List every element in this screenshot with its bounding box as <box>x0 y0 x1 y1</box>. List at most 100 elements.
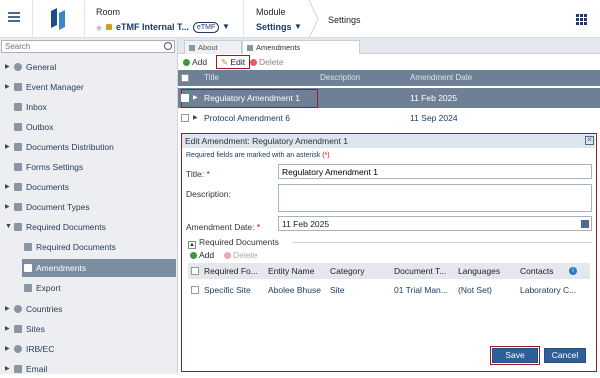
add-label: Add <box>192 57 208 67</box>
minus-icon <box>224 252 231 259</box>
apps-grid-icon[interactable] <box>576 14 587 25</box>
row-checkbox[interactable] <box>181 114 189 122</box>
select-all-checkbox[interactable] <box>181 74 189 82</box>
expand-arrow-icon[interactable]: ▶ <box>193 88 198 108</box>
sidebar-item-documents[interactable]: ▶ Documents <box>0 178 176 196</box>
collapse-icon[interactable]: ▲ <box>188 241 196 249</box>
amendment-date-input[interactable]: 11 Feb 2025 <box>278 216 592 231</box>
select-all-checkbox[interactable] <box>191 267 199 275</box>
column-header[interactable]: Description <box>320 70 360 86</box>
sidebar-item-irb-ec[interactable]: ▶ IRB/EC <box>0 340 176 358</box>
cell-contacts: Laboratory C... <box>520 285 577 295</box>
table-row[interactable]: ▶ Protocol Amendment 6 11 Sep 2024 <box>178 108 600 128</box>
row-checkbox[interactable] <box>191 286 199 294</box>
sidebar-item-outbox[interactable]: Outbox <box>0 118 176 136</box>
sidebar-item-event-manager[interactable]: ▶ Event Manager <box>0 78 176 96</box>
column-header[interactable]: Document T... <box>394 263 446 279</box>
delete-button[interactable]: Delete <box>250 56 284 69</box>
sidebar-item-label: Event Manager <box>26 82 84 92</box>
sidebar-item-sites[interactable]: ▶ Sites <box>0 320 176 338</box>
info-icon[interactable]: i <box>569 267 577 275</box>
sidebar-item-label: Outbox <box>26 122 54 132</box>
sidebar-item-forms-settings[interactable]: Forms Settings <box>0 158 176 176</box>
sidebar-item-label: Documents Distribution <box>26 142 114 152</box>
search-icon[interactable] <box>164 42 172 50</box>
tab-about[interactable]: About <box>184 40 242 54</box>
cell-category: Site <box>330 285 345 295</box>
calendar-icon <box>14 83 22 91</box>
sidebar-item-required-documents[interactable]: ▼ Required Documents <box>0 218 176 236</box>
expand-arrow-icon[interactable]: ▶ <box>5 300 10 318</box>
sidebar-item-label: Documents <box>26 182 69 192</box>
cell-date: 11 Feb 2025 <box>410 93 458 103</box>
column-header[interactable]: Required Fo... <box>204 263 258 279</box>
document-icon <box>14 183 22 191</box>
required-note-text: Required fields are marked with an aster… <box>186 152 321 159</box>
expand-arrow-icon[interactable]: ▶ <box>193 108 198 128</box>
building-icon <box>14 325 22 333</box>
sidebar-item-general[interactable]: ▶ General <box>0 58 176 76</box>
lock-icon <box>106 24 112 30</box>
menu-icon[interactable] <box>8 12 20 23</box>
search-input[interactable] <box>1 40 175 53</box>
sidebar-item-label: Document Types <box>26 202 90 212</box>
cancel-button[interactable]: Cancel <box>544 348 586 363</box>
sidebar-item-amendments[interactable]: Amendments <box>22 259 176 277</box>
sidebar-item-label: Amendments <box>36 263 87 273</box>
cell-title: Regulatory Amendment 1 <box>204 93 300 103</box>
grid-header: Title Description Amendment Date <box>178 70 600 86</box>
module-name[interactable]: Settings <box>256 22 292 32</box>
sub-delete-button[interactable]: Delete <box>224 250 258 260</box>
expand-arrow-icon[interactable]: ▶ <box>5 58 10 76</box>
edit-button[interactable]: ✎ Edit <box>216 55 251 69</box>
sidebar-item-required-documents-sub[interactable]: Required Documents <box>0 238 176 256</box>
asterisk-note: (*) <box>322 152 330 159</box>
sidebar-item-document-types[interactable]: ▶ Document Types <box>0 198 176 216</box>
column-header[interactable]: Title <box>204 70 219 86</box>
sidebar-item-countries[interactable]: ▶ Countries <box>0 300 176 318</box>
expand-arrow-icon[interactable]: ▶ <box>5 138 10 156</box>
expand-arrow-icon[interactable]: ▶ <box>5 78 10 96</box>
expand-arrow-icon[interactable]: ▶ <box>5 178 10 196</box>
save-button[interactable]: Save <box>490 346 540 365</box>
sidebar-item-inbox[interactable]: Inbox <box>0 98 176 116</box>
table-row[interactable]: ▶ Regulatory Amendment 1 11 Feb 2025 <box>178 88 600 108</box>
expand-arrow-icon[interactable]: ▶ <box>5 320 10 338</box>
description-input[interactable] <box>278 184 592 212</box>
date-label-text: Amendment Date: <box>186 222 255 232</box>
title-label-text: Title: <box>186 169 205 179</box>
calendar-icon[interactable] <box>581 220 589 228</box>
edit-label: Edit <box>230 57 246 67</box>
column-header[interactable]: Contacts <box>520 263 554 279</box>
room-dropdown-icon[interactable]: ▼ <box>222 22 230 31</box>
table-row[interactable]: Specific Site Abolee Bhuse Site 01 Trial… <box>188 281 590 299</box>
delete-label: Delete <box>259 57 284 67</box>
breadcrumb: Settings <box>328 15 361 25</box>
expand-arrow-icon[interactable]: ▶ <box>5 360 10 378</box>
expand-arrow-icon[interactable]: ▶ <box>5 340 10 358</box>
sidebar-item-export[interactable]: Export <box>0 279 176 297</box>
close-icon[interactable]: ✕ <box>585 136 594 145</box>
column-header[interactable]: Entity Name <box>268 263 314 279</box>
column-header[interactable]: Languages <box>458 263 500 279</box>
column-header[interactable]: Category <box>330 263 365 279</box>
star-icon[interactable]: ★ <box>95 23 103 34</box>
required-documents-legend[interactable]: ▲ Required Documents <box>188 237 279 249</box>
sidebar-item-email[interactable]: ▶ Email <box>0 360 176 378</box>
title-input[interactable] <box>278 164 592 179</box>
sub-add-button[interactable]: Add <box>190 250 214 260</box>
add-button[interactable]: Add <box>183 56 207 69</box>
row-checkbox[interactable] <box>181 94 189 102</box>
column-header[interactable]: Amendment Date <box>410 70 472 86</box>
sidebar-item-documents-distribution[interactable]: ▶ Documents Distribution <box>0 138 176 156</box>
tab-amendments-management[interactable]: Amendments Management✕ <box>242 40 360 61</box>
edit-amendment-panel: Edit Amendment: Regulatory Amendment 1 ✕… <box>181 133 597 372</box>
cell-title: Protocol Amendment 6 <box>204 113 290 123</box>
collapse-arrow-icon[interactable]: ▼ <box>5 218 12 236</box>
module-dropdown-icon[interactable]: ▼ <box>294 22 302 31</box>
expand-arrow-icon[interactable]: ▶ <box>5 198 10 216</box>
gear-icon <box>14 63 22 71</box>
document-icon <box>14 223 22 231</box>
room-name[interactable]: eTMF Internal T... <box>116 22 189 32</box>
outbox-icon <box>14 123 22 131</box>
